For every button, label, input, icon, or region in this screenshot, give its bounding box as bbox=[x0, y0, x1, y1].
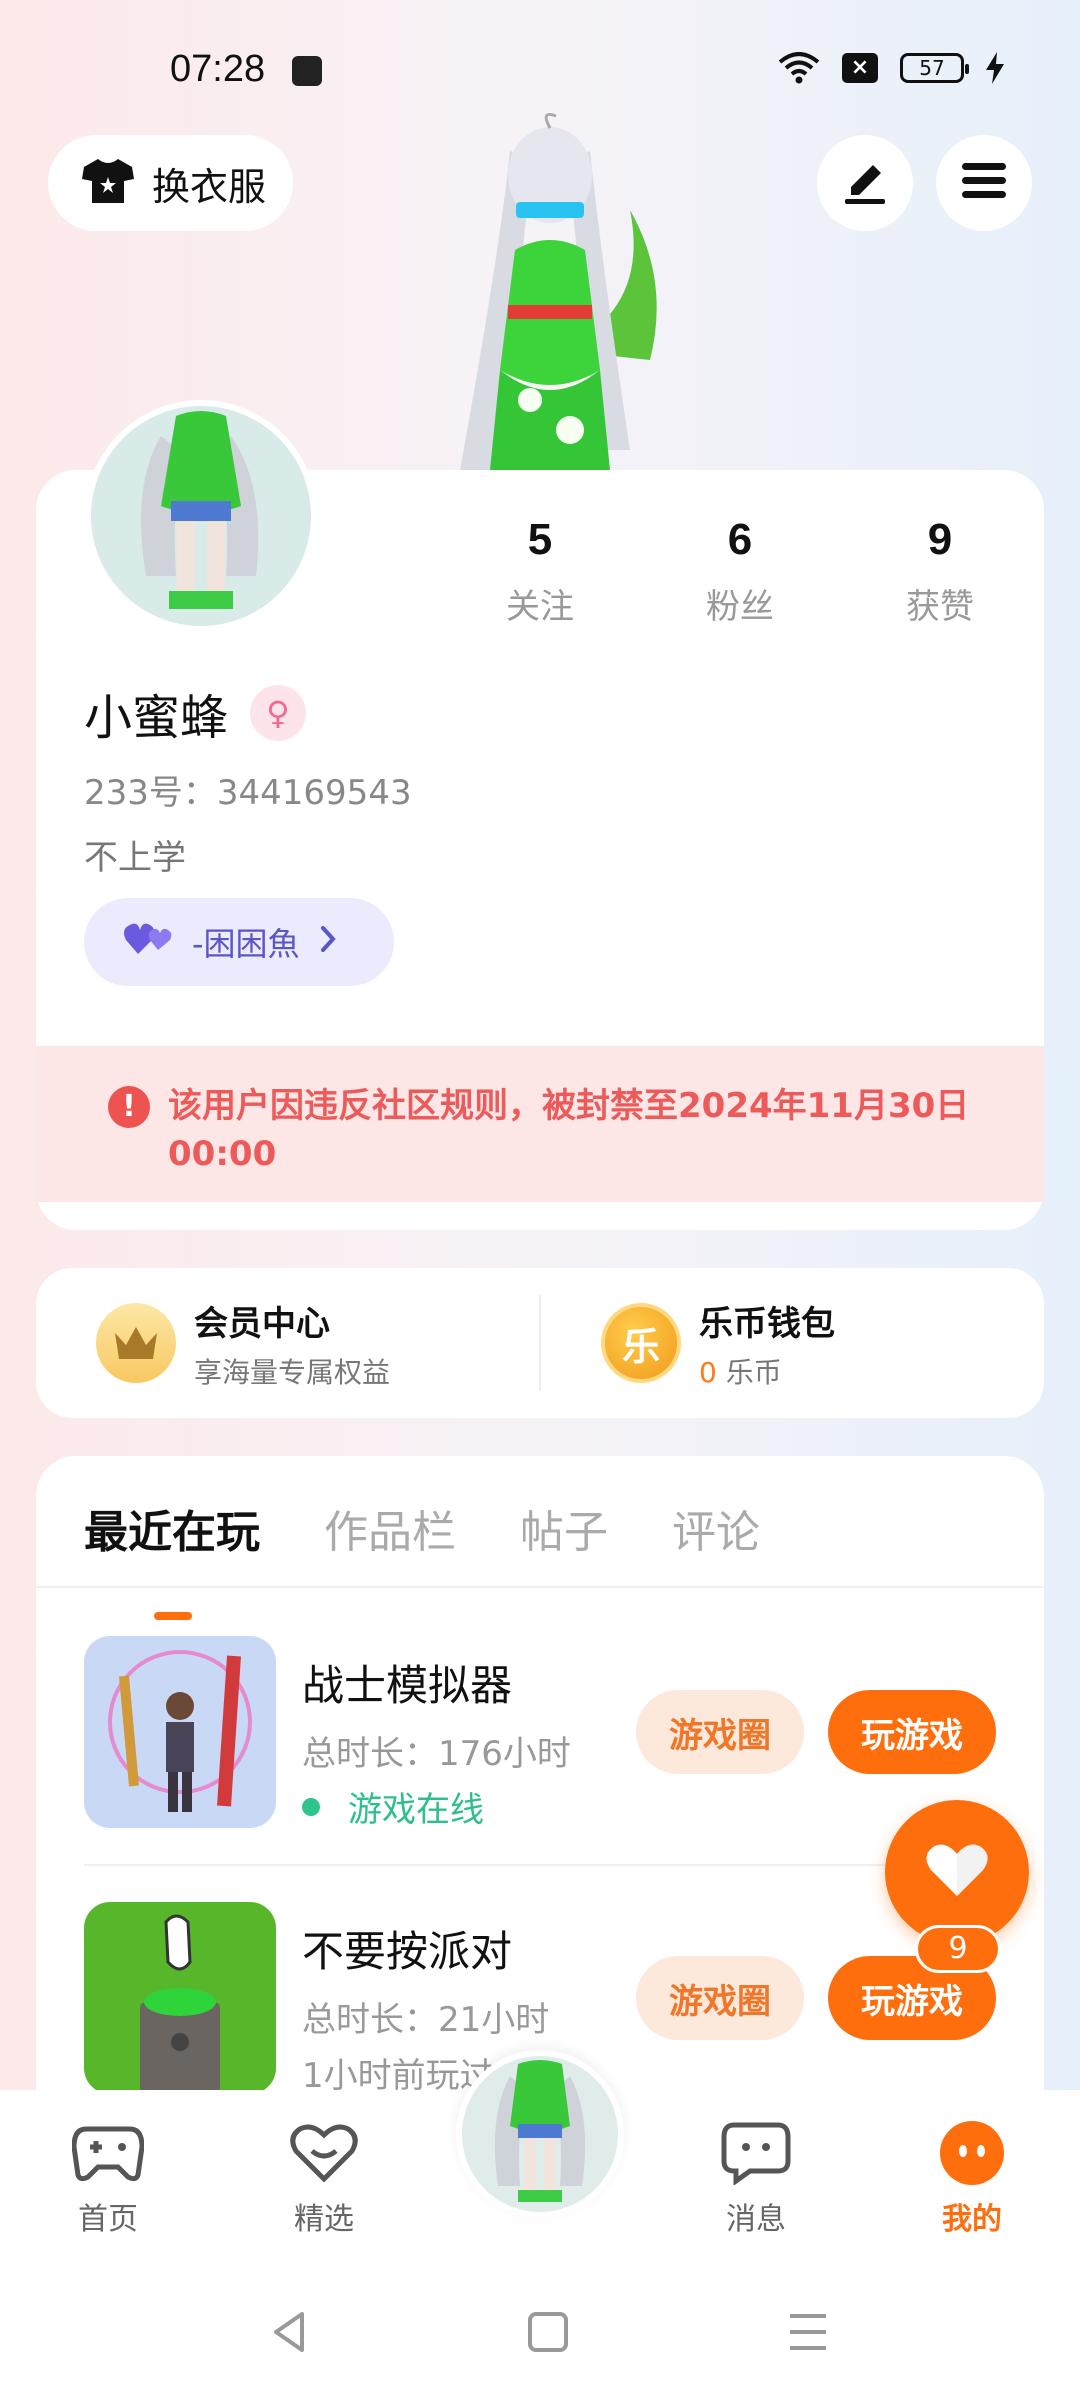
heart-icon bbox=[925, 1842, 989, 1902]
profile-face-icon bbox=[936, 2120, 1008, 2186]
profile-stats: 5 关注 6 粉丝 9 获赞 bbox=[440, 515, 1040, 628]
nav-home-label: 首页 bbox=[78, 2202, 138, 2237]
chevron-right-icon bbox=[318, 923, 338, 961]
coin-icon: 乐 bbox=[601, 1303, 681, 1383]
nav-messages[interactable]: 消息 bbox=[686, 2120, 826, 2238]
ban-notice-text: 该用户因违反社区规则，被封禁至2024年11月30日 00:00 bbox=[168, 1086, 970, 1174]
following-stat[interactable]: 5 关注 bbox=[440, 515, 640, 628]
tab-posts[interactable]: 帖子 bbox=[520, 1496, 608, 1560]
heart-outline-icon bbox=[288, 2120, 360, 2186]
app-notification-icon bbox=[292, 56, 322, 86]
play-game-button[interactable]: 玩游戏 bbox=[828, 1690, 996, 1774]
coin-wallet[interactable]: 乐 乐币钱包 0 乐币 bbox=[541, 1268, 1044, 1418]
no-sim-icon: × bbox=[842, 53, 878, 83]
system-navigation-bar bbox=[0, 2270, 1080, 2400]
game-title: 战士模拟器 bbox=[302, 1661, 513, 1710]
game-circle-button[interactable]: 游戏圈 bbox=[636, 1690, 804, 1774]
like-count-badge: 9 bbox=[915, 1925, 1001, 1973]
charging-icon bbox=[986, 52, 1004, 84]
likes-stat[interactable]: 9 获赞 bbox=[840, 515, 1040, 628]
likes-count: 9 bbox=[927, 515, 953, 564]
followers-count: 6 bbox=[727, 515, 753, 564]
status-icons: × 57 bbox=[778, 52, 1004, 84]
nav-avatar-button[interactable] bbox=[456, 2050, 624, 2218]
member-wallet-card: 会员中心 享海量专属权益 乐 乐币钱包 0 乐币 bbox=[36, 1268, 1044, 1418]
wallet-balance: 0 乐币 bbox=[699, 1351, 835, 1391]
wallet-unit: 乐币 bbox=[725, 1355, 782, 1389]
avatar-3d-figure[interactable] bbox=[400, 110, 700, 470]
home-icon[interactable] bbox=[526, 2310, 570, 2358]
following-count: 5 bbox=[527, 515, 553, 564]
user-id: 233号：344169543 bbox=[84, 773, 412, 813]
nickname-row: 小蜜蜂 ♀ bbox=[84, 678, 307, 748]
nav-me[interactable]: 我的 bbox=[902, 2120, 1042, 2238]
member-center[interactable]: 会员中心 享海量专属权益 bbox=[36, 1268, 539, 1418]
ban-notice: ! 该用户因违反社区规则，被封禁至2024年11月30日 00:00 bbox=[36, 1046, 1044, 1202]
hearts-icon bbox=[124, 920, 174, 964]
pen-icon bbox=[841, 157, 889, 209]
back-icon[interactable] bbox=[268, 2310, 312, 2358]
hamburger-icon bbox=[960, 161, 1008, 205]
like-button[interactable] bbox=[885, 1800, 1029, 1944]
edit-profile-button[interactable] bbox=[817, 135, 913, 231]
row-divider bbox=[84, 1864, 996, 1866]
wallet-title: 乐币钱包 bbox=[699, 1303, 835, 1344]
alert-icon: ! bbox=[108, 1086, 150, 1128]
status-time: 07:28 bbox=[170, 48, 266, 90]
menu-button[interactable] bbox=[936, 135, 1032, 231]
battery-icon: 57 bbox=[900, 53, 969, 83]
wifi-icon bbox=[778, 52, 820, 84]
nav-home[interactable]: 首页 bbox=[38, 2120, 178, 2238]
nav-featured[interactable]: 精选 bbox=[254, 2120, 394, 2238]
nav-me-label: 我的 bbox=[942, 2202, 1002, 2237]
tab-comments[interactable]: 评论 bbox=[672, 1496, 760, 1560]
nickname: 小蜜蜂 bbox=[84, 690, 229, 746]
game-duration: 总时长：176小时 bbox=[302, 1734, 571, 1774]
relationship-tag[interactable]: -困困魚 bbox=[84, 898, 394, 986]
game-circle-button[interactable]: 游戏圈 bbox=[636, 1956, 804, 2040]
game-thumbnail[interactable] bbox=[84, 1902, 276, 2094]
chat-bubble-icon bbox=[720, 2120, 792, 2186]
game-item[interactable]: 战士模拟器 总时长：176小时 游戏在线 游戏圈 玩游戏 bbox=[84, 1636, 996, 1836]
profile-avatar[interactable] bbox=[85, 400, 317, 632]
tab-works[interactable]: 作品栏 bbox=[324, 1496, 456, 1560]
change-outfit-label: 换衣服 bbox=[152, 164, 267, 209]
tab-bar: 最近在玩 作品栏 帖子 评论 bbox=[84, 1496, 760, 1620]
female-gender-icon: ♀ bbox=[250, 685, 307, 741]
game-online-status: 游戏在线 bbox=[302, 1782, 484, 1831]
tab-divider bbox=[36, 1586, 1044, 1588]
game-thumbnail[interactable] bbox=[84, 1636, 276, 1828]
wallet-amount: 0 bbox=[699, 1355, 717, 1389]
relationship-tag-label: -困困魚 bbox=[192, 925, 300, 963]
followers-label: 粉丝 bbox=[706, 587, 774, 627]
online-dot-icon bbox=[302, 1797, 320, 1816]
tab-recently-played[interactable]: 最近在玩 bbox=[84, 1496, 260, 1620]
game-status-text: 游戏在线 bbox=[348, 1790, 484, 1830]
followers-stat[interactable]: 6 粉丝 bbox=[640, 515, 840, 628]
crown-icon bbox=[96, 1303, 176, 1383]
nav-messages-label: 消息 bbox=[726, 2202, 786, 2237]
game-title: 不要按派对 bbox=[302, 1927, 513, 1976]
likes-label: 获赞 bbox=[906, 587, 974, 627]
member-center-title: 会员中心 bbox=[194, 1303, 330, 1344]
gamepad-icon bbox=[72, 2120, 144, 2186]
member-center-subtitle: 享海量专属权益 bbox=[194, 1355, 391, 1389]
user-bio: 不上学 bbox=[84, 838, 186, 878]
game-duration: 总时长：21小时 bbox=[302, 2000, 550, 2040]
following-label: 关注 bbox=[506, 587, 574, 627]
nav-featured-label: 精选 bbox=[294, 2202, 354, 2237]
change-outfit-button[interactable]: 换衣服 bbox=[48, 135, 293, 231]
recents-icon[interactable] bbox=[786, 2310, 830, 2358]
shirt-icon bbox=[80, 157, 136, 209]
